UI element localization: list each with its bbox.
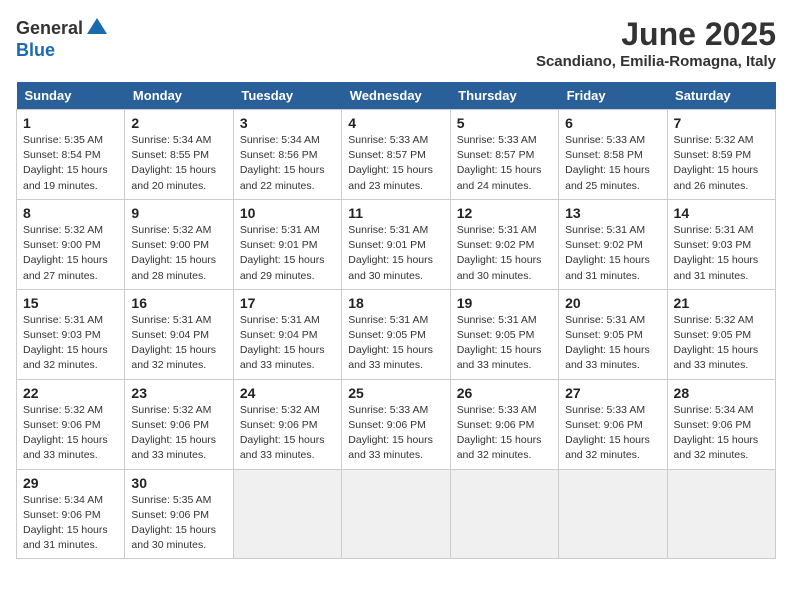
logo: General Blue — [16, 16, 109, 61]
week-row-2: 8 Sunrise: 5:32 AMSunset: 9:00 PMDayligh… — [17, 199, 776, 289]
calendar-cell-8: 8 Sunrise: 5:32 AMSunset: 9:00 PMDayligh… — [17, 199, 125, 289]
calendar-cell-3: 3 Sunrise: 5:34 AMSunset: 8:56 PMDayligh… — [233, 110, 341, 200]
calendar-title: June 2025 — [536, 16, 776, 53]
calendar-cell-1: 1 Sunrise: 5:35 AMSunset: 8:54 PMDayligh… — [17, 110, 125, 200]
week-row-4: 22 Sunrise: 5:32 AMSunset: 9:06 PMDaylig… — [17, 379, 776, 469]
calendar-cell-10: 10 Sunrise: 5:31 AMSunset: 9:01 PMDaylig… — [233, 199, 341, 289]
col-friday: Friday — [559, 82, 667, 110]
calendar-cell-19: 19 Sunrise: 5:31 AMSunset: 9:05 PMDaylig… — [450, 289, 558, 379]
calendar-cell-22: 22 Sunrise: 5:32 AMSunset: 9:06 PMDaylig… — [17, 379, 125, 469]
calendar-cell-20: 20 Sunrise: 5:31 AMSunset: 9:05 PMDaylig… — [559, 289, 667, 379]
logo-blue: Blue — [16, 40, 55, 61]
calendar-cell-26: 26 Sunrise: 5:33 AMSunset: 9:06 PMDaylig… — [450, 379, 558, 469]
page-header: General Blue June 2025 Scandiano, Emilia… — [16, 16, 776, 70]
calendar-cell-11: 11 Sunrise: 5:31 AMSunset: 9:01 PMDaylig… — [342, 199, 450, 289]
calendar-cell-empty-4-4 — [450, 469, 558, 559]
col-wednesday: Wednesday — [342, 82, 450, 110]
col-tuesday: Tuesday — [233, 82, 341, 110]
calendar-cell-empty-4-6 — [667, 469, 775, 559]
calendar-table: Sunday Monday Tuesday Wednesday Thursday… — [16, 82, 776, 559]
header-row: Sunday Monday Tuesday Wednesday Thursday… — [17, 82, 776, 110]
calendar-cell-4: 4 Sunrise: 5:33 AMSunset: 8:57 PMDayligh… — [342, 110, 450, 200]
calendar-cell-27: 27 Sunrise: 5:33 AMSunset: 9:06 PMDaylig… — [559, 379, 667, 469]
logo-general: General — [16, 18, 83, 39]
calendar-cell-14: 14 Sunrise: 5:31 AMSunset: 9:03 PMDaylig… — [667, 199, 775, 289]
calendar-cell-30: 30 Sunrise: 5:35 AMSunset: 9:06 PMDaylig… — [125, 469, 233, 559]
calendar-cell-24: 24 Sunrise: 5:32 AMSunset: 9:06 PMDaylig… — [233, 379, 341, 469]
calendar-cell-15: 15 Sunrise: 5:31 AMSunset: 9:03 PMDaylig… — [17, 289, 125, 379]
col-saturday: Saturday — [667, 82, 775, 110]
week-row-3: 15 Sunrise: 5:31 AMSunset: 9:03 PMDaylig… — [17, 289, 776, 379]
calendar-cell-6: 6 Sunrise: 5:33 AMSunset: 8:58 PMDayligh… — [559, 110, 667, 200]
calendar-cell-5: 5 Sunrise: 5:33 AMSunset: 8:57 PMDayligh… — [450, 110, 558, 200]
title-block: June 2025 Scandiano, Emilia-Romagna, Ita… — [536, 16, 776, 70]
calendar-cell-13: 13 Sunrise: 5:31 AMSunset: 9:02 PMDaylig… — [559, 199, 667, 289]
calendar-cell-2: 2 Sunrise: 5:34 AMSunset: 8:55 PMDayligh… — [125, 110, 233, 200]
calendar-cell-12: 12 Sunrise: 5:31 AMSunset: 9:02 PMDaylig… — [450, 199, 558, 289]
col-thursday: Thursday — [450, 82, 558, 110]
calendar-cell-23: 23 Sunrise: 5:32 AMSunset: 9:06 PMDaylig… — [125, 379, 233, 469]
calendar-cell-9: 9 Sunrise: 5:32 AMSunset: 9:00 PMDayligh… — [125, 199, 233, 289]
calendar-cell-16: 16 Sunrise: 5:31 AMSunset: 9:04 PMDaylig… — [125, 289, 233, 379]
calendar-cell-17: 17 Sunrise: 5:31 AMSunset: 9:04 PMDaylig… — [233, 289, 341, 379]
col-sunday: Sunday — [17, 82, 125, 110]
calendar-subtitle: Scandiano, Emilia-Romagna, Italy — [536, 53, 776, 70]
calendar-cell-29: 29 Sunrise: 5:34 AMSunset: 9:06 PMDaylig… — [17, 469, 125, 559]
calendar-cell-28: 28 Sunrise: 5:34 AMSunset: 9:06 PMDaylig… — [667, 379, 775, 469]
calendar-cell-empty-4-3 — [342, 469, 450, 559]
col-monday: Monday — [125, 82, 233, 110]
logo-icon — [85, 16, 109, 40]
week-row-5: 29 Sunrise: 5:34 AMSunset: 9:06 PMDaylig… — [17, 469, 776, 559]
calendar-cell-empty-4-2 — [233, 469, 341, 559]
calendar-cell-25: 25 Sunrise: 5:33 AMSunset: 9:06 PMDaylig… — [342, 379, 450, 469]
calendar-cell-21: 21 Sunrise: 5:32 AMSunset: 9:05 PMDaylig… — [667, 289, 775, 379]
week-row-1: 1 Sunrise: 5:35 AMSunset: 8:54 PMDayligh… — [17, 110, 776, 200]
calendar-cell-7: 7 Sunrise: 5:32 AMSunset: 8:59 PMDayligh… — [667, 110, 775, 200]
calendar-cell-18: 18 Sunrise: 5:31 AMSunset: 9:05 PMDaylig… — [342, 289, 450, 379]
calendar-cell-empty-4-5 — [559, 469, 667, 559]
